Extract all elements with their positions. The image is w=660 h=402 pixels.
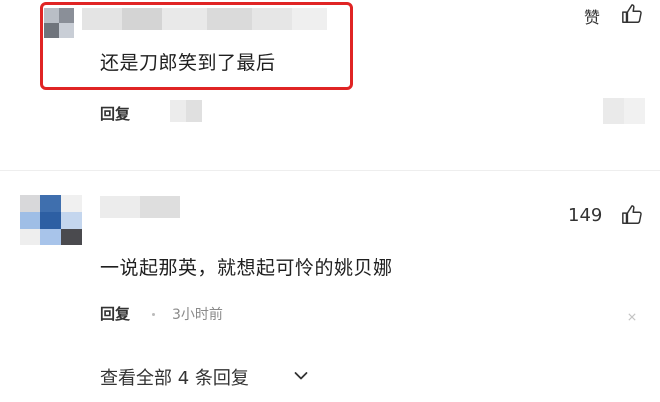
divider: [0, 170, 660, 171]
username[interactable]: [100, 196, 180, 218]
view-more-label[interactable]: 查看全部 4 条回复: [100, 364, 249, 390]
avatar[interactable]: [20, 195, 82, 245]
thumbs-up-icon[interactable]: [621, 3, 643, 25]
highlight-box: [40, 2, 353, 90]
like-count[interactable]: 149: [568, 205, 602, 226]
reply-button[interactable]: 回复: [100, 303, 130, 324]
separator-dot: [152, 313, 155, 316]
blurred-action[interactable]: [603, 98, 645, 124]
chevron-down-icon[interactable]: [294, 371, 308, 381]
reply-button[interactable]: 回复: [100, 103, 130, 124]
close-icon[interactable]: [628, 313, 636, 321]
comment-text: 一说起那英，就想起可怜的姚贝娜: [100, 257, 393, 279]
like-label[interactable]: 赞: [584, 4, 600, 28]
thumbs-up-icon[interactable]: [621, 204, 643, 226]
timestamp: [170, 100, 202, 122]
timestamp: 3小时前: [172, 307, 223, 323]
